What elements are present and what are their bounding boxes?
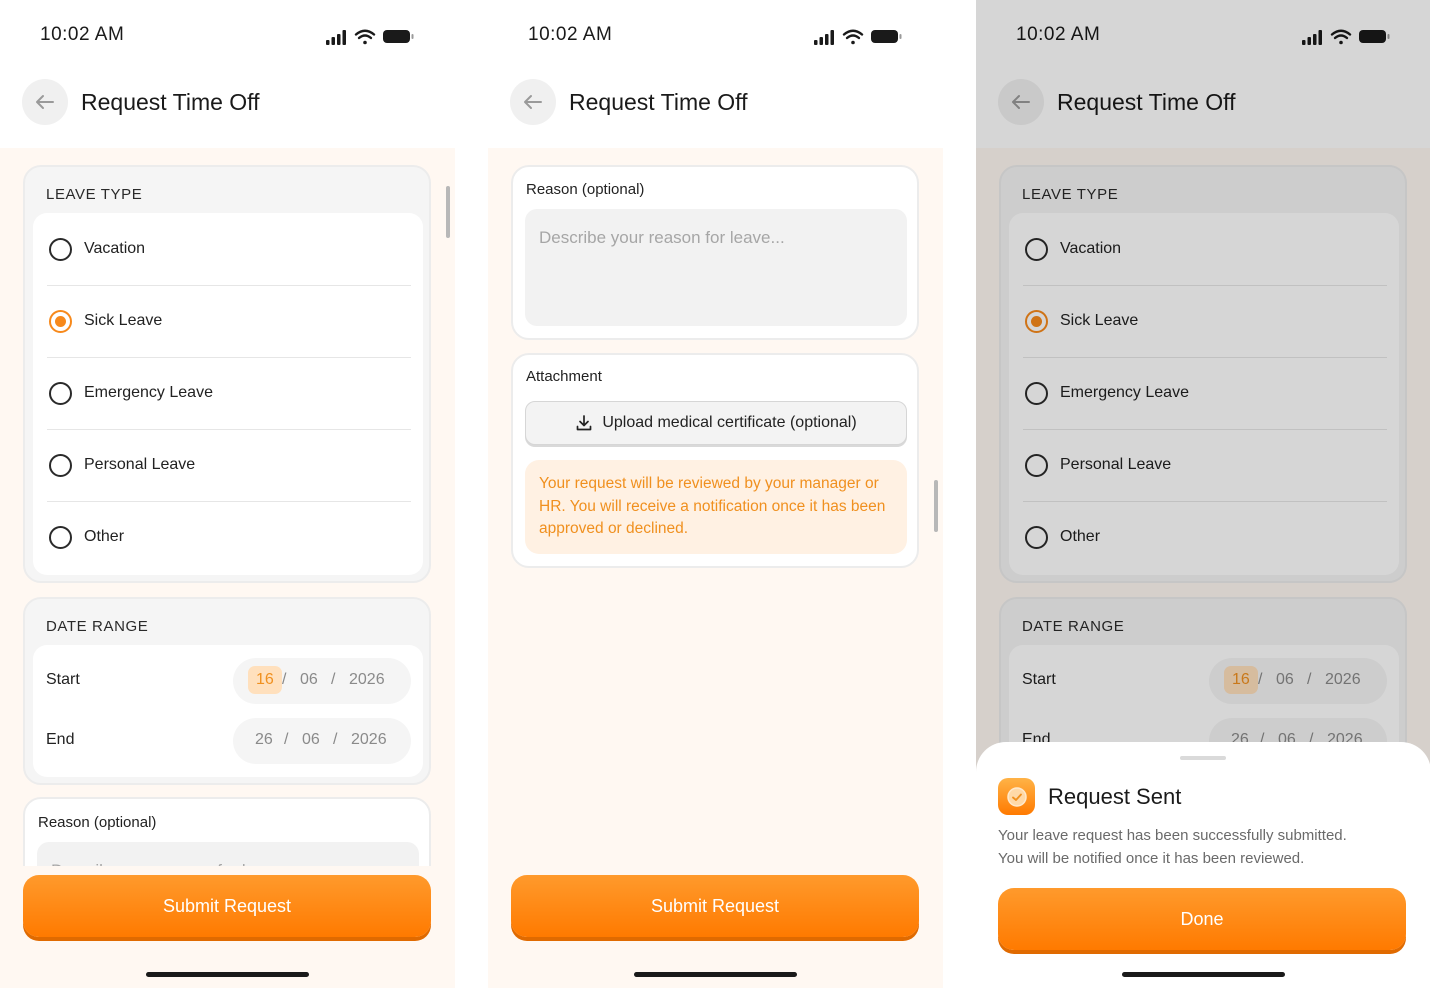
request-sent-sheet: Request Sent Your leave request has been…	[976, 742, 1430, 988]
end-month[interactable]: 06	[302, 731, 320, 749]
scrollbar[interactable]	[934, 480, 938, 532]
screen-form-bottom: 10:02 AM Request Time Off Reason (option…	[488, 0, 943, 988]
end-date-label: End	[46, 731, 75, 748]
section-title: LEAVE TYPE	[46, 186, 143, 203]
status-icons	[814, 29, 902, 45]
screen-form-top: 10:02 AM Request Time Off LEAVE TYPE Vac…	[0, 0, 455, 988]
attachment-label: Attachment	[526, 368, 602, 385]
reason-label: Reason (optional)	[38, 814, 157, 831]
date-range-card: DATE RANGE Start 16 / 06 / 2026 End 26 /…	[23, 597, 431, 785]
download-icon	[576, 415, 592, 431]
start-date-input[interactable]: 16 / 06 / 2026	[233, 658, 411, 704]
end-date-input[interactable]: 26 / 06 / 2026	[233, 718, 411, 764]
date-separator: /	[284, 731, 289, 748]
radio-option-personal-leave[interactable]: Personal Leave	[47, 429, 409, 501]
date-separator: /	[333, 731, 338, 748]
reason-label: Reason (optional)	[526, 181, 645, 198]
arrow-left-icon	[36, 95, 54, 109]
start-date-row: Start 16 / 06 / 2026	[33, 656, 423, 706]
start-date-label: Start	[46, 671, 80, 688]
submit-request-button[interactable]: Submit Request	[23, 875, 431, 937]
back-button[interactable]	[22, 79, 68, 125]
start-day[interactable]: 16	[248, 666, 282, 694]
section-title: DATE RANGE	[46, 618, 149, 635]
sheet-grabber[interactable]	[1180, 756, 1226, 760]
end-day[interactable]: 26	[255, 731, 273, 749]
sheet-title: Request Sent	[1048, 784, 1182, 809]
battery-icon	[383, 30, 414, 43]
option-label: Vacation	[84, 240, 146, 257]
start-month[interactable]: 06	[300, 671, 318, 689]
page-title: Request Time Off	[569, 89, 748, 115]
radio-option-sick-leave[interactable]: Sick Leave	[47, 285, 409, 357]
reason-card: Reason (optional) Describe your reason f…	[511, 165, 919, 340]
date-separator: /	[331, 671, 336, 688]
status-time: 10:02 AM	[528, 24, 613, 45]
radio-option-emergency-leave[interactable]: Emergency Leave	[47, 357, 409, 429]
home-indicator	[146, 972, 309, 977]
radio-option-vacation[interactable]: Vacation	[47, 213, 409, 285]
scrollbar[interactable]	[446, 186, 450, 238]
sheet-message: Your leave request has been successfully…	[998, 825, 1398, 870]
date-separator: /	[282, 671, 287, 688]
leave-type-card: LEAVE TYPE Vacation Sick Leave Emergency…	[23, 165, 431, 583]
arrow-left-icon	[524, 95, 542, 109]
sheet-message-line: Your leave request has been successfully…	[998, 827, 1347, 844]
wifi-icon	[354, 29, 376, 45]
reason-textarea[interactable]: Describe your reason for leave...	[37, 842, 419, 866]
leave-type-options: Vacation Sick Leave Emergency Leave Pers…	[33, 213, 423, 575]
wifi-icon	[842, 29, 864, 45]
radio-icon	[49, 237, 72, 261]
home-indicator	[1122, 972, 1285, 977]
signal-icon	[326, 30, 346, 45]
option-label: Personal Leave	[84, 456, 196, 473]
header: Request Time Off	[488, 70, 943, 148]
header: Request Time Off	[0, 70, 455, 148]
radio-icon	[49, 453, 72, 477]
status-bar: 10:02 AM	[0, 0, 455, 70]
sheet-message-line: You will be notified once it has been re…	[998, 849, 1305, 867]
upload-certificate-button[interactable]: Upload medical certificate (optional)	[525, 401, 907, 445]
date-range-fields: Start 16 / 06 / 2026 End 26 / 06 / 2026	[33, 645, 423, 777]
home-indicator	[634, 972, 797, 977]
option-label: Other	[84, 528, 125, 545]
back-button[interactable]	[510, 79, 556, 125]
form-body: Reason (optional) Describe your reason f…	[488, 148, 943, 988]
start-year[interactable]: 2026	[349, 671, 385, 689]
upload-label: Upload medical certificate (optional)	[602, 414, 857, 431]
submit-request-button[interactable]: Submit Request	[511, 875, 919, 937]
status-time: 10:02 AM	[40, 24, 125, 45]
done-button[interactable]: Done	[998, 888, 1406, 950]
radio-icon	[49, 525, 72, 549]
end-year[interactable]: 2026	[351, 731, 387, 749]
form-body: LEAVE TYPE Vacation Sick Leave Emergency…	[0, 148, 455, 988]
radio-icon	[49, 381, 72, 405]
review-notice: Your request will be reviewed by your ma…	[525, 460, 907, 554]
page-title: Request Time Off	[81, 89, 260, 115]
radio-selected-icon	[49, 309, 72, 333]
attachment-card: Attachment Upload medical certificate (o…	[511, 353, 919, 568]
end-date-row: End 26 / 06 / 2026	[33, 716, 423, 766]
screen-request-sent: 10:02 AM Request Time Off LEAVE TYPE Vac…	[976, 0, 1430, 988]
form-scroll-area[interactable]: LEAVE TYPE Vacation Sick Leave Emergency…	[0, 148, 455, 866]
radio-option-other[interactable]: Other	[47, 501, 409, 573]
reason-card: Reason (optional) Describe your reason f…	[23, 797, 431, 866]
battery-icon	[871, 30, 902, 43]
option-label: Sick Leave	[84, 312, 163, 329]
status-icons	[326, 29, 414, 45]
signal-icon	[814, 30, 834, 45]
status-bar: 10:02 AM	[488, 0, 943, 70]
reason-textarea[interactable]: Describe your reason for leave...	[525, 209, 907, 326]
success-icon	[998, 778, 1035, 815]
option-label: Emergency Leave	[84, 384, 213, 401]
